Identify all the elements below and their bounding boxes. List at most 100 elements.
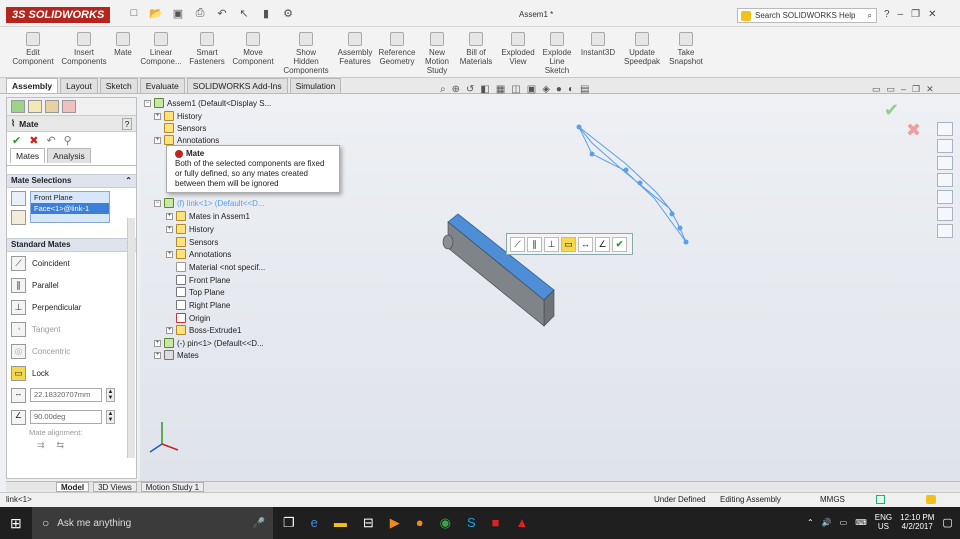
concentric-mate-button[interactable]: ◎ Concentric	[7, 340, 136, 362]
mate-selections-list[interactable]: Front Plane Face<1>@link-1	[30, 191, 110, 223]
undo-icon[interactable]: ↶	[46, 134, 55, 147]
display-manager-tab-icon[interactable]	[62, 100, 76, 113]
linear-component-pattern-button[interactable]: Linear Compone...	[138, 32, 184, 66]
notifications-icon[interactable]: ▢	[942, 516, 952, 529]
expand-icon[interactable]: +	[154, 136, 161, 144]
subtab-analysis[interactable]: Analysis	[47, 148, 91, 163]
search-magnifier-icon[interactable]: ⌕	[868, 11, 876, 21]
tree-item[interactable]: + Mates	[154, 349, 199, 361]
expand-icon[interactable]: +	[166, 212, 173, 220]
tree-item[interactable]: Right Plane	[176, 299, 230, 311]
pin-wireframe-preview[interactable]	[570, 118, 700, 252]
angle-stepper[interactable]: ▲ ▼	[106, 410, 115, 424]
view-orientation-icon[interactable]: ◫	[511, 84, 520, 95]
popup-distance-icon[interactable]: ↔	[578, 236, 593, 252]
expand-icon[interactable]: +	[166, 326, 173, 334]
tree-item[interactable]: Origin	[176, 312, 210, 324]
tab-sketch[interactable]: Sketch	[99, 78, 138, 93]
media-icon[interactable]: ▶	[390, 515, 400, 531]
task-view-icon[interactable]: ❐	[283, 515, 295, 531]
viewport-split-icon[interactable]: ▭	[887, 84, 896, 95]
tree-item[interactable]: Front Plane	[176, 274, 230, 286]
insert-components-button[interactable]: Insert Components	[60, 32, 108, 66]
distance-input[interactable]: 22.18320707mm	[30, 388, 102, 402]
windows-start-icon[interactable]: ⊞	[10, 515, 22, 532]
link-part-3d[interactable]	[430, 200, 570, 340]
appearances-icon[interactable]	[937, 190, 953, 204]
network-icon[interactable]: ▭	[840, 518, 848, 527]
edit-component-button[interactable]: Edit Component	[12, 32, 54, 66]
skype-icon[interactable]: S	[467, 515, 476, 531]
distance-icon[interactable]: ↔	[11, 387, 26, 403]
store-icon[interactable]: ⊟	[363, 515, 374, 531]
cancel-x-icon[interactable]: ✖	[29, 134, 38, 147]
popup-ok-icon[interactable]: ✔	[612, 236, 627, 252]
move-component-button[interactable]: Move Component	[230, 32, 276, 66]
solidworks-taskbar-icon[interactable]: ■	[492, 515, 500, 531]
select-icon[interactable]: ↖	[236, 7, 252, 20]
property-manager-tab-icon[interactable]	[28, 100, 42, 113]
minimize-icon[interactable]: –	[898, 9, 904, 20]
feature-manager-tab-icon[interactable]	[11, 100, 25, 113]
standard-mates-header[interactable]: Standard Mates⌃	[7, 238, 136, 252]
assembly-features-button[interactable]: Assembly Features	[336, 32, 374, 66]
keyboard-icon[interactable]: ⌨	[855, 518, 867, 527]
tree-item[interactable]: + Annotations	[166, 248, 231, 260]
parallel-mate-button[interactable]: ∥ Parallel	[7, 274, 136, 296]
expand-icon[interactable]: +	[154, 339, 161, 347]
tab-motion-study-1[interactable]: Motion Study 1	[140, 482, 205, 492]
tree-item[interactable]: Top Plane	[176, 286, 225, 298]
expand-icon[interactable]: +	[166, 250, 173, 258]
confirm-ok-icon[interactable]: ✔	[884, 100, 899, 121]
custom-properties-icon[interactable]	[937, 207, 953, 221]
tree-item[interactable]: + Boss-Extrude1	[166, 324, 241, 336]
design-library-icon[interactable]	[937, 139, 953, 153]
aligned-icon[interactable]: ⇉	[37, 440, 45, 451]
apply-scene-icon[interactable]: ◐	[568, 84, 574, 95]
popup-perpendicular-icon[interactable]: ⊥	[544, 236, 559, 252]
zoom-area-icon[interactable]: ⊕	[452, 84, 460, 95]
chrome-icon[interactable]: ◉	[440, 515, 451, 531]
viewport-restore-icon[interactable]: ❐	[912, 84, 920, 95]
options-icon[interactable]: ⚙	[280, 7, 296, 20]
clock[interactable]: 12:10 PM 4/2/2017	[900, 513, 934, 531]
confirm-cancel-icon[interactable]: ✖	[906, 120, 921, 141]
pm-help-button[interactable]: ?	[122, 117, 132, 130]
angle-icon[interactable]: ∠	[11, 409, 26, 425]
cortana-search-input[interactable]: Ask me anything	[57, 518, 131, 529]
rebuild-icon[interactable]: ▮	[258, 7, 274, 20]
smart-fasteners-button[interactable]: Smart Fasteners	[188, 32, 226, 66]
update-speedpak-button[interactable]: Update Speedpak	[622, 32, 662, 66]
expand-icon[interactable]: +	[166, 225, 173, 233]
dynamic-annotation-icon[interactable]: ▦	[496, 84, 505, 95]
undo-icon[interactable]: ↶	[214, 7, 230, 20]
cortana-search[interactable]: ○ Ask me anything 🎤	[32, 507, 273, 539]
file-explorer-icon[interactable]	[937, 156, 953, 170]
coincident-mate-button[interactable]: ⟋ Coincident	[7, 252, 136, 274]
tab-3d-views[interactable]: 3D Views	[93, 482, 137, 492]
view-palette-icon[interactable]	[937, 173, 953, 187]
reference-geometry-button[interactable]: Reference Geometry	[377, 32, 417, 66]
tab-assembly[interactable]: Assembly	[6, 78, 59, 93]
tab-layout[interactable]: Layout	[60, 78, 98, 93]
tree-root[interactable]: − Assem1 (Default<Display S...	[144, 97, 271, 109]
resources-icon[interactable]	[937, 122, 953, 136]
tree-item[interactable]: Sensors	[176, 236, 218, 248]
volume-icon[interactable]: 🔊	[822, 518, 832, 527]
anti-aligned-icon[interactable]: ⇆	[57, 440, 65, 451]
distance-stepper[interactable]: ▲ ▼	[106, 388, 115, 402]
microphone-icon[interactable]: 🎤	[253, 518, 265, 529]
tree-item[interactable]: + Mates in Assem1	[166, 210, 250, 222]
perpendicular-mate-button[interactable]: ⊥ Perpendicular	[7, 296, 136, 318]
edit-appearance-icon[interactable]: ●	[556, 84, 562, 95]
collapse-icon[interactable]: −	[144, 99, 151, 107]
tree-item[interactable]: Material <not specif...	[176, 261, 265, 273]
new-document-icon[interactable]: □	[126, 7, 142, 20]
subtab-mates[interactable]: Mates	[10, 148, 46, 163]
bill-of-materials-button[interactable]: Bill of Materials	[457, 32, 495, 66]
restore-icon[interactable]: ❐	[911, 9, 920, 20]
help-icon[interactable]: ?	[884, 9, 890, 20]
angle-input[interactable]: 90.00deg	[30, 410, 102, 424]
popup-parallel-icon[interactable]: ∥	[527, 236, 542, 252]
link-pin-boss[interactable]	[442, 234, 454, 250]
